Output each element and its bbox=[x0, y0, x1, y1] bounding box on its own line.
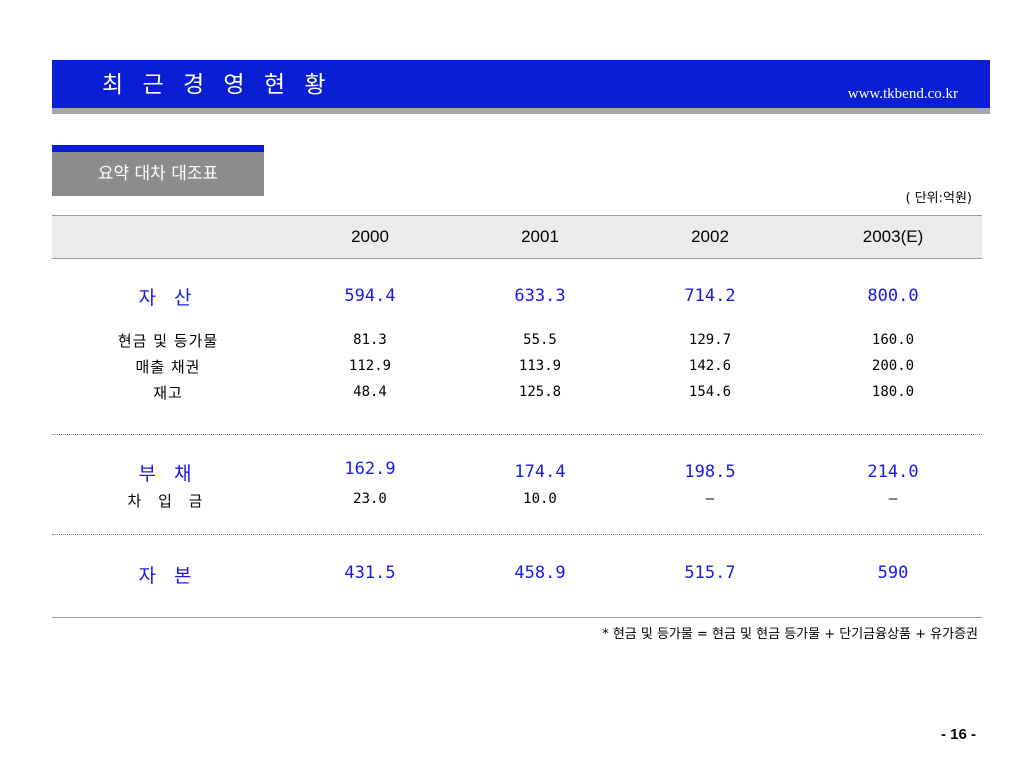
receivables-value-2000: 112.9 bbox=[348, 358, 392, 374]
receivables-label: 매출 채권 bbox=[135, 358, 201, 376]
cash-value-2003e: 160.0 bbox=[871, 332, 915, 348]
section-tab: 요약 대차 대조표 bbox=[52, 152, 264, 196]
assets-value-2002: 714.2 bbox=[684, 286, 736, 306]
cash-equivalents-label: 현금 및 등가물 bbox=[117, 332, 219, 350]
page-title: 최 근 경 영 현 황 bbox=[102, 72, 332, 98]
column-header-2000: 2000 bbox=[351, 227, 389, 246]
inventory-value-2001: 125.8 bbox=[518, 384, 562, 400]
equity-value-2002: 515.7 bbox=[684, 563, 736, 583]
liabilities-value-2002: 198.5 bbox=[684, 462, 736, 482]
assets-value-2000: 594.4 bbox=[344, 286, 396, 306]
title-bar-underline bbox=[52, 108, 990, 114]
inventory-value-2000: 48.4 bbox=[353, 384, 387, 400]
column-header-2003e: 2003(E) bbox=[862, 227, 924, 246]
equity-value-2000: 431.5 bbox=[344, 563, 396, 583]
liabilities-value-2001: 174.4 bbox=[514, 462, 566, 482]
borrowings-value-2000: 23.0 bbox=[353, 491, 387, 507]
liabilities-value-2003e: 214.0 bbox=[867, 462, 919, 482]
assets-value-2003e: 800.0 bbox=[867, 286, 919, 306]
receivables-value-2002: 142.6 bbox=[688, 358, 732, 374]
assets-label: 자 산 bbox=[138, 287, 198, 309]
receivables-value-2001: 113.9 bbox=[518, 358, 562, 374]
section-divider-liabilities bbox=[52, 534, 982, 535]
slide-page: 최 근 경 영 현 황 www.tkbend.co.kr 요약 대차 대조표 (… bbox=[0, 0, 1024, 768]
footnote: * 현금 및 등가물 = 현금 및 현금 등가물 + 단기금융상품 + 유가증권 bbox=[602, 627, 978, 642]
borrowings-value-2003e: – bbox=[888, 491, 898, 507]
receivables-value-2003e: 200.0 bbox=[871, 358, 915, 374]
inventory-value-2003e: 180.0 bbox=[871, 384, 915, 400]
borrowings-label: 차 입 금 bbox=[127, 492, 209, 510]
cash-value-2002: 129.7 bbox=[688, 332, 732, 348]
section-divider-assets bbox=[52, 434, 982, 435]
column-header-2001: 2001 bbox=[521, 227, 559, 246]
page-number: - 16 - bbox=[940, 726, 976, 743]
section-tab-accent bbox=[52, 145, 264, 152]
inventory-value-2002: 154.6 bbox=[688, 384, 732, 400]
cash-value-2000: 81.3 bbox=[353, 332, 387, 348]
equity-value-2001: 458.9 bbox=[514, 563, 566, 583]
inventory-label: 재고 bbox=[153, 384, 183, 402]
cash-value-2001: 55.5 bbox=[523, 332, 557, 348]
assets-value-2001: 633.3 bbox=[514, 286, 566, 306]
equity-value-2003e: 590 bbox=[877, 563, 909, 583]
column-header-2002: 2002 bbox=[691, 227, 729, 246]
unit-note: ( 단위:억원) bbox=[905, 191, 973, 206]
borrowings-value-2001: 10.0 bbox=[523, 491, 557, 507]
liabilities-value-2000: 162.9 bbox=[344, 459, 396, 479]
equity-label: 자 본 bbox=[138, 565, 198, 587]
liabilities-label: 부 채 bbox=[138, 463, 198, 485]
balance-sheet-table: 2000 2001 2002 2003(E) 자 산 594.4 633.3 7… bbox=[52, 215, 982, 587]
table-bottom-border bbox=[52, 617, 982, 618]
borrowings-value-2002: – bbox=[705, 491, 715, 507]
table-header-row: 2000 2001 2002 2003(E) bbox=[52, 215, 982, 259]
site-url: www.tkbend.co.kr bbox=[847, 86, 958, 102]
